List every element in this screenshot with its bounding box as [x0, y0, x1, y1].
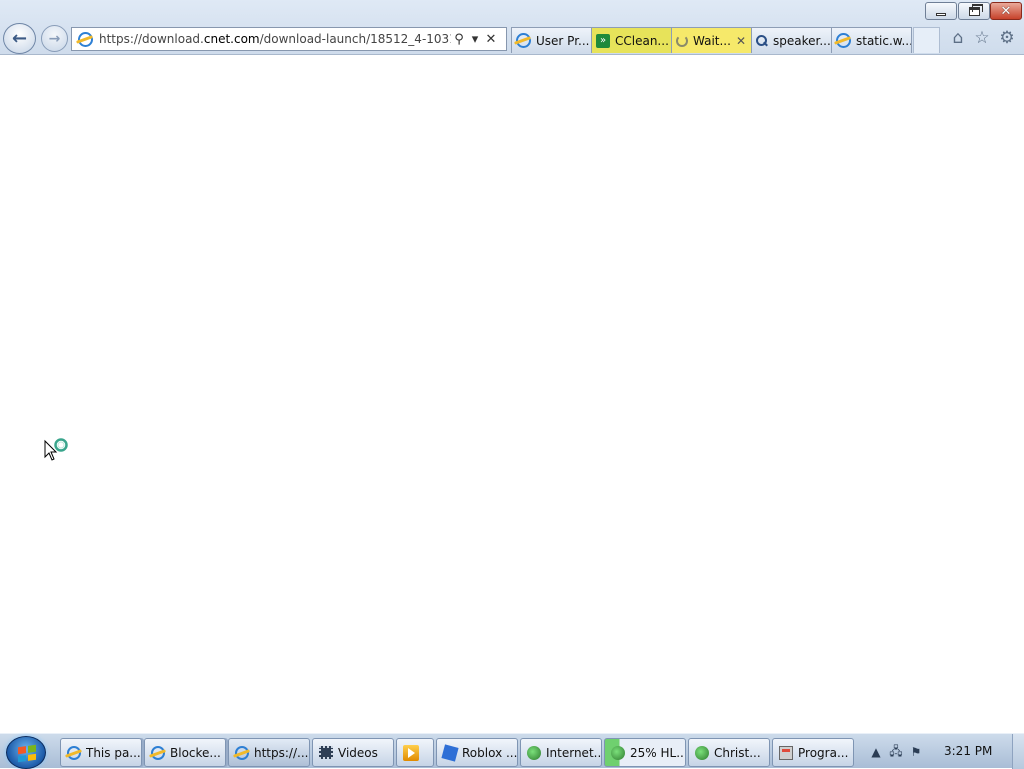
- clock[interactable]: 3:21 PM: [944, 744, 992, 758]
- address-url[interactable]: https://download.cnet.com/download-launc…: [99, 32, 451, 46]
- taskbar-item-label: Christ...: [714, 745, 761, 760]
- taskbar-item-this-page[interactable]: This pa...: [60, 738, 142, 767]
- taskbar-item-label: This pa...: [86, 745, 141, 760]
- minimize-icon: [936, 12, 946, 16]
- tab-ccleaner[interactable]: » CClean...: [591, 27, 672, 53]
- ie-icon: [836, 33, 851, 48]
- restore-icon: [968, 3, 983, 16]
- taskbar-item-label: Progra...: [798, 745, 849, 760]
- ie-icon: [235, 745, 249, 760]
- tools-gear-icon[interactable]: ⚙: [997, 28, 1017, 48]
- back-arrow-icon: ←: [11, 27, 28, 49]
- close-icon: ✕: [1000, 3, 1012, 19]
- tab-static[interactable]: static.w...: [831, 27, 912, 53]
- ie-icon: [67, 745, 81, 760]
- globe-icon: [527, 745, 541, 760]
- windows-logo-icon: [18, 744, 36, 763]
- globe-icon: [611, 745, 625, 760]
- busy-arrow-cursor: [44, 438, 68, 461]
- show-hidden-icons-arrow[interactable]: ▲: [866, 745, 886, 759]
- tab-label: static.w...: [856, 33, 911, 48]
- taskbar-item-christ[interactable]: Christ...: [688, 738, 770, 767]
- system-tray: ▲ 🖧 ⚑: [866, 738, 926, 766]
- ie-page-icon: [78, 31, 93, 47]
- taskbar-item-internet[interactable]: Internet...: [520, 738, 602, 767]
- taskbar-item-label: Roblox ...: [462, 745, 517, 760]
- media-player-icon: [403, 744, 419, 761]
- action-center-flag-icon[interactable]: ⚑: [906, 745, 926, 759]
- restore-button[interactable]: [958, 2, 990, 20]
- taskbar-item-videos[interactable]: Videos: [312, 738, 394, 767]
- tab-label: speaker...: [773, 33, 831, 48]
- taskbar-item-media-player[interactable]: [396, 738, 434, 767]
- globe-icon: [695, 745, 709, 760]
- taskbar-item-roblox[interactable]: Roblox ...: [436, 738, 518, 767]
- show-desktop-button[interactable]: [1012, 734, 1024, 769]
- taskbar-item-download-progress[interactable]: 25% HL...: [604, 738, 686, 767]
- taskbar-item-programs[interactable]: Progra...: [772, 738, 854, 767]
- taskbar-item-label: Videos: [338, 745, 378, 760]
- tab-close-icon[interactable]: ✕: [731, 34, 751, 48]
- forward-arrow-icon: →: [48, 30, 61, 47]
- taskbar-item-label: Blocke...: [170, 745, 221, 760]
- page-content: [0, 55, 1024, 733]
- search-icon: [756, 34, 768, 47]
- programs-icon: [779, 745, 793, 760]
- tab-label: Wait...: [693, 33, 731, 48]
- tab-user-profile[interactable]: User Pr...: [511, 27, 592, 53]
- stop-icon[interactable]: ✕: [483, 32, 499, 47]
- roblox-icon: [441, 743, 459, 762]
- taskbar-item-https[interactable]: https://...: [228, 738, 310, 767]
- tab-strip: User Pr... » CClean... Wait... ✕ speaker…: [511, 27, 940, 53]
- close-window-button[interactable]: ✕: [990, 2, 1022, 20]
- film-icon: [319, 746, 333, 759]
- tab-label: User Pr...: [536, 33, 590, 48]
- new-tab-button[interactable]: [913, 27, 940, 53]
- tab-wait-active[interactable]: Wait... ✕: [671, 27, 752, 53]
- forward-button[interactable]: →: [41, 25, 68, 52]
- taskbar: This pa... Blocke... https://... Videos …: [0, 733, 1024, 769]
- ie-icon: [151, 745, 165, 760]
- minimize-button[interactable]: [925, 2, 957, 20]
- dropdown-arrow-icon[interactable]: ▾: [467, 32, 483, 47]
- taskbar-item-label: https://...: [254, 745, 309, 760]
- ie-icon: [516, 33, 531, 48]
- taskbar-item-label: Internet...: [546, 745, 601, 760]
- tab-speaker-search[interactable]: speaker...: [751, 27, 832, 53]
- back-button[interactable]: ←: [3, 23, 36, 54]
- ccleaner-icon: »: [596, 33, 610, 48]
- taskbar-items: This pa... Blocke... https://... Videos …: [60, 738, 856, 767]
- browser-chrome: ✕ ← → https://download.cnet.com/download…: [0, 0, 1024, 55]
- taskbar-item-blocked[interactable]: Blocke...: [144, 738, 226, 767]
- home-icon[interactable]: ⌂: [948, 28, 968, 48]
- search-icon[interactable]: ⚲: [451, 32, 467, 47]
- loading-icon: [676, 34, 688, 47]
- address-bar[interactable]: https://download.cnet.com/download-launc…: [71, 27, 507, 51]
- taskbar-item-label: 25% HL...: [630, 745, 685, 760]
- start-button[interactable]: [6, 736, 46, 769]
- tab-label: CClean...: [615, 33, 669, 48]
- network-icon[interactable]: 🖧: [886, 742, 906, 763]
- favorites-star-icon[interactable]: ☆: [972, 28, 992, 48]
